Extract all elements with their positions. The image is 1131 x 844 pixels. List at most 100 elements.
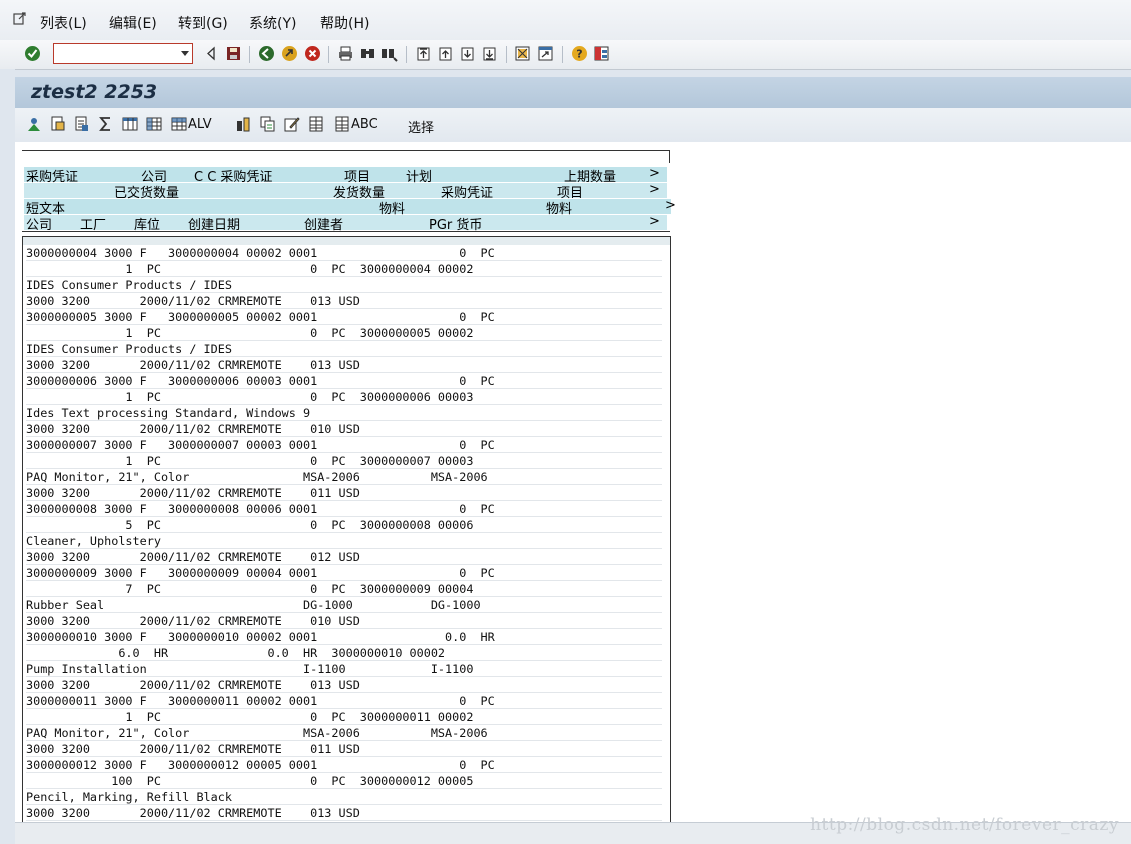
list-line[interactable]: 1 PC 0 PC 3000000005 00002	[26, 325, 662, 341]
table-icon[interactable]	[146, 116, 162, 132]
header-divider	[22, 231, 670, 232]
copy-icon[interactable]	[260, 116, 276, 132]
menu-edit[interactable]: 编辑(E)	[109, 13, 157, 33]
collapse-arrow-icon[interactable]	[203, 45, 220, 62]
list-line[interactable]: 3000000011 3000 F 3000000011 00002 0001 …	[26, 693, 662, 709]
list-line[interactable]: 3000000009 3000 F 3000000009 00004 0001 …	[26, 565, 662, 581]
list-line[interactable]: 3000000008 3000 F 3000000008 00006 0001 …	[26, 501, 662, 517]
enter-check-icon[interactable]	[24, 45, 41, 62]
list-line[interactable]: 3000 3200 2000/11/02 CRMREMOTE 012 USD	[26, 549, 662, 565]
scroll-right-indicator[interactable]: >	[649, 166, 660, 181]
export-icon[interactable]	[50, 116, 66, 132]
list-line[interactable]: 3000000006 3000 F 3000000006 00003 0001 …	[26, 373, 662, 389]
next-page-icon[interactable]	[459, 45, 476, 62]
first-page-icon[interactable]	[415, 45, 432, 62]
title-bar: ztest2 2253	[15, 77, 1131, 108]
list-line[interactable]: 3000000007 3000 F 3000000007 00003 0001 …	[26, 437, 662, 453]
application-toolbar: ALV ABC 选择	[15, 108, 1131, 143]
text-layout-icon[interactable]	[334, 116, 350, 132]
document-icon[interactable]	[74, 116, 90, 132]
list-line[interactable]: 3000000004 3000 F 3000000004 00002 0001 …	[26, 245, 662, 261]
standard-toolbar: ?	[0, 40, 1131, 70]
find-icon[interactable]	[359, 45, 376, 62]
list-line[interactable]: Ides Text processing Standard, Windows 9	[26, 405, 662, 421]
list-line[interactable]: 3000 3200 2000/11/02 CRMREMOTE 011 USD	[26, 741, 662, 757]
list-line[interactable]: Pencil, Marking, Refill Black	[26, 789, 662, 805]
alv-grid-icon[interactable]	[171, 116, 187, 132]
save-icon[interactable]	[225, 45, 242, 62]
back-icon[interactable]	[258, 45, 275, 62]
list-line[interactable]: 1 PC 0 PC 3000000011 00002	[26, 709, 662, 725]
watermark: http://blog.csdn.net/forever_crazy	[810, 815, 1119, 835]
print-icon[interactable]	[337, 45, 354, 62]
list-line[interactable]: 1 PC 0 PC 3000000006 00003	[26, 389, 662, 405]
menu-system[interactable]: 系统(Y)	[249, 13, 296, 33]
list-line[interactable]: 5 PC 0 PC 3000000008 00006	[26, 517, 662, 533]
header-row-1: 采购凭证 公司 C C 采购凭证 项目 计划 上期数量 >	[24, 166, 667, 185]
list-line[interactable]: 3000 3200 2000/11/02 CRMREMOTE 010 USD	[26, 421, 662, 437]
toolbar-separator	[406, 46, 407, 63]
list-line[interactable]: PAQ Monitor, 21", Color MSA-2006 MSA-200…	[26, 469, 662, 485]
sort-icon[interactable]	[236, 116, 252, 132]
list-line[interactable]: IDES Consumer Products / IDES	[26, 341, 662, 357]
scroll-right-indicator[interactable]: >	[649, 214, 660, 229]
toolbar-separator	[249, 46, 250, 63]
list-top-strip	[23, 237, 670, 245]
columns-icon[interactable]	[122, 116, 138, 132]
list-line[interactable]: Pump Installation I-1100 I-1100	[26, 661, 662, 677]
last-page-icon[interactable]	[481, 45, 498, 62]
header-row-3: 短文本 物料 物料 >	[24, 198, 676, 217]
list-line[interactable]: 100 PC 0 PC 3000000012 00005	[26, 773, 662, 789]
list-line[interactable]: 7 PC 0 PC 3000000009 00004	[26, 581, 662, 597]
select-button[interactable]: 选择	[408, 117, 434, 136]
svg-text:?: ?	[576, 48, 582, 61]
report-list: 3000000004 3000 F 3000000004 00002 0001 …	[22, 236, 671, 824]
command-input[interactable]	[58, 45, 176, 61]
list-line[interactable]: IDES Consumer Products / IDES	[26, 277, 662, 293]
command-field[interactable]	[53, 43, 193, 64]
sum-icon[interactable]	[98, 116, 114, 132]
list-line[interactable]: 3000 3200 2000/11/02 CRMREMOTE 010 USD	[26, 613, 662, 629]
list-line[interactable]: 1 PC 0 PC 3000000007 00003	[26, 453, 662, 469]
list-line[interactable]: 3000000005 3000 F 3000000005 00002 0001 …	[26, 309, 662, 325]
header-row-4: 公司 工厂 库位 创建日期 创建者 PGr 货币 >	[24, 214, 667, 233]
page-title: ztest2 2253	[31, 81, 158, 103]
list-line[interactable]: 6.0 HR 0.0 HR 3000000010 00002	[26, 645, 662, 661]
list-line[interactable]: 1 PC 0 PC 3000000004 00002	[26, 261, 662, 277]
menu-goto[interactable]: 转到(G)	[178, 13, 228, 33]
scroll-right-indicator[interactable]: >	[665, 198, 676, 213]
list-line[interactable]: 3000 3200 2000/11/02 CRMREMOTE 013 USD	[26, 677, 662, 693]
list-line[interactable]: Cleaner, Upholstery	[26, 533, 662, 549]
system-menu-icon[interactable]	[13, 12, 27, 26]
alv-button-label[interactable]: ALV	[188, 117, 212, 132]
toolbar-separator	[562, 46, 563, 63]
list-line[interactable]: 3000 3200 2000/11/02 CRMREMOTE 013 USD	[26, 805, 662, 821]
menu-bar: 列表(L) 编辑(E) 转到(G) 系统(Y) 帮助(H)	[0, 0, 1131, 41]
edit-icon[interactable]	[284, 116, 300, 132]
list-line[interactable]: Rubber Seal DG-1000 DG-1000	[26, 597, 662, 613]
user-detail-icon[interactable]	[26, 116, 42, 132]
list-line[interactable]: 3000 3200 2000/11/02 CRMREMOTE 013 USD	[26, 357, 662, 373]
list-line[interactable]: PAQ Monitor, 21", Color MSA-2006 MSA-200…	[26, 725, 662, 741]
list-line[interactable]: 3000000012 3000 F 3000000012 00005 0001 …	[26, 757, 662, 773]
create-session-icon[interactable]	[514, 45, 531, 62]
spreadsheet-icon[interactable]	[308, 116, 324, 132]
header-row-2: 已交货数量 发货数量 采购凭证 项目 >	[24, 182, 667, 201]
shortcut-icon[interactable]	[537, 45, 554, 62]
previous-page-icon[interactable]	[437, 45, 454, 62]
find-next-icon[interactable]	[381, 45, 398, 62]
menu-list[interactable]: 列表(L)	[40, 13, 87, 33]
help-icon[interactable]: ?	[571, 45, 588, 62]
cancel-icon[interactable]	[304, 45, 321, 62]
abc-button-label[interactable]: ABC	[351, 117, 378, 132]
left-frame	[0, 69, 15, 843]
toolbar-separator	[506, 46, 507, 63]
menu-help[interactable]: 帮助(H)	[320, 13, 369, 33]
list-line[interactable]: 3000 3200 2000/11/02 CRMREMOTE 013 USD	[26, 293, 662, 309]
chevron-down-icon[interactable]	[181, 51, 189, 56]
scroll-right-indicator[interactable]: >	[649, 182, 660, 197]
list-line[interactable]: 3000000010 3000 F 3000000010 00002 0001 …	[26, 629, 662, 645]
layout-menu-icon[interactable]	[593, 45, 610, 62]
list-line[interactable]: 3000 3200 2000/11/02 CRMREMOTE 011 USD	[26, 485, 662, 501]
exit-icon[interactable]	[281, 45, 298, 62]
